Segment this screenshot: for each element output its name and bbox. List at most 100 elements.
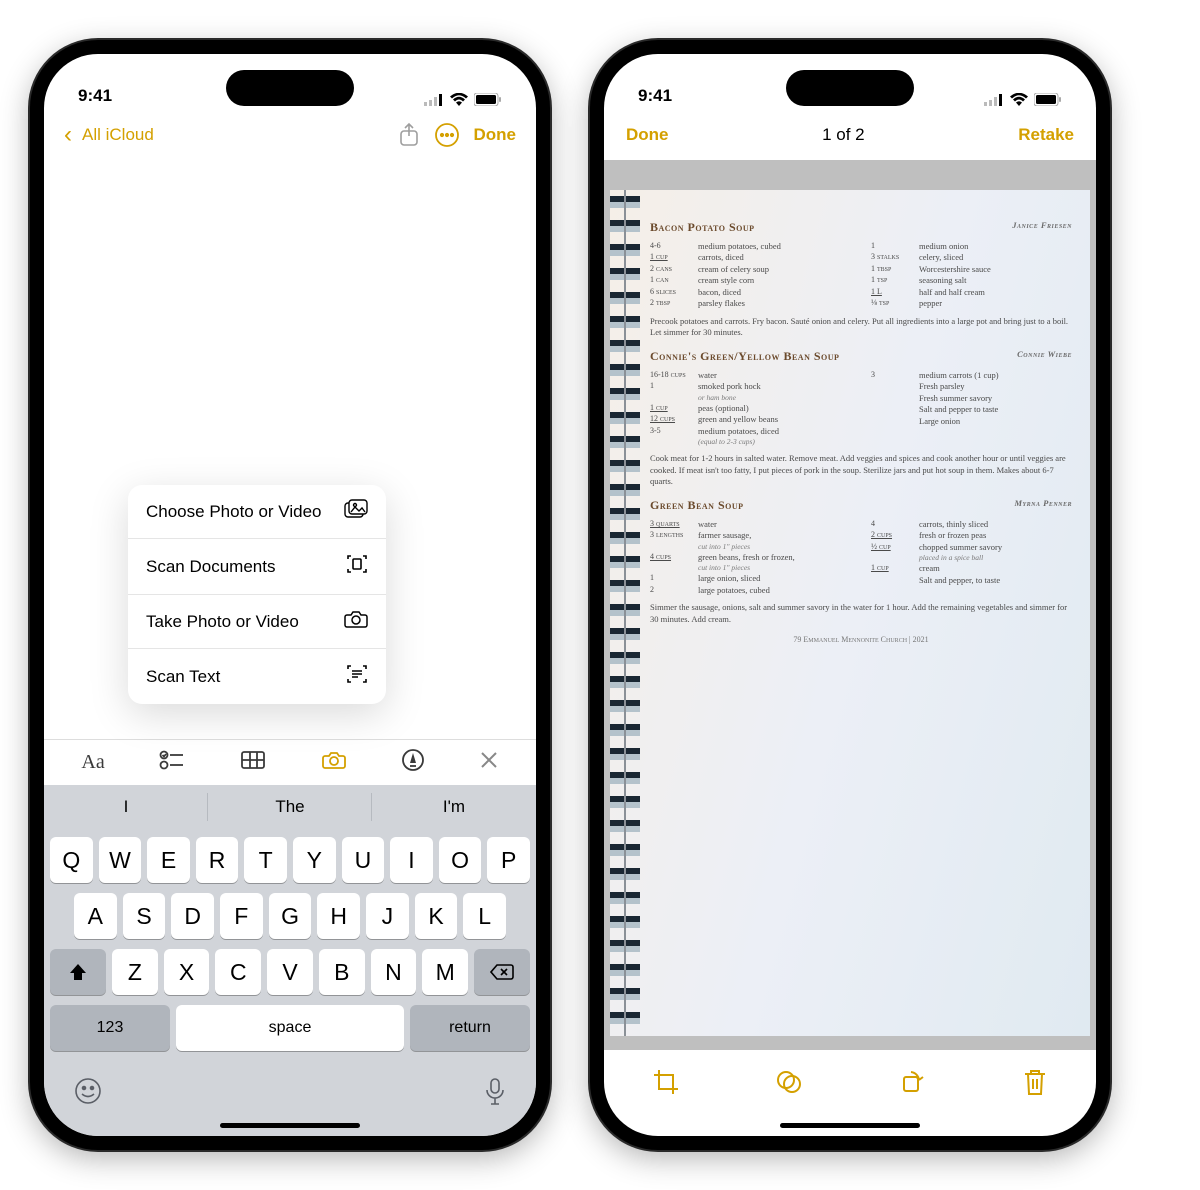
key-q[interactable]: Q: [50, 837, 93, 883]
key-f[interactable]: F: [220, 893, 263, 939]
share-icon[interactable]: [398, 122, 420, 148]
retake-button[interactable]: Retake: [1018, 125, 1074, 145]
done-button[interactable]: Done: [474, 125, 517, 145]
ingredient-line: 3 quartswater: [650, 519, 851, 530]
text-format-icon[interactable]: Aa: [81, 751, 104, 774]
key-e[interactable]: E: [147, 837, 190, 883]
scan-viewport[interactable]: Bacon Potato SoupJanice Friesen 4-6medium…: [604, 160, 1096, 1050]
status-time: 9:41: [78, 86, 112, 106]
key-r[interactable]: R: [196, 837, 239, 883]
key-g[interactable]: G: [269, 893, 312, 939]
ingredient-line: 3-5medium potatoes, diced: [650, 426, 851, 437]
checklist-icon[interactable]: [159, 750, 185, 775]
key-p[interactable]: P: [487, 837, 530, 883]
ingredient-line: 1 Lhalf and half cream: [871, 287, 1072, 298]
key-n[interactable]: N: [371, 949, 417, 995]
key-h[interactable]: H: [317, 893, 360, 939]
dynamic-island: [786, 70, 914, 106]
suggestion-3[interactable]: I'm: [372, 785, 536, 829]
recipe-title: Green Bean SoupMyrna Penner: [650, 498, 1072, 513]
ingredient-line: 4-6medium potatoes, cubed: [650, 241, 851, 252]
rotate-icon[interactable]: [899, 1068, 927, 1101]
recipe-title: Connie's Green/Yellow Bean SoupConnie Wi…: [650, 349, 1072, 364]
ingredient-line: 2 tbspparsley flakes: [650, 298, 851, 309]
ingredient-line: 2large potatoes, cubed: [650, 585, 851, 596]
scan-nav: Done 1 of 2 Retake: [604, 110, 1096, 160]
key-c[interactable]: C: [215, 949, 261, 995]
ingredient-line: ½ cupchopped summer savory: [871, 542, 1072, 553]
ingredient-line: 1 tspseasoning salt: [871, 275, 1072, 286]
key-u[interactable]: U: [342, 837, 385, 883]
ingredient-line: 3medium carrots (1 cup): [871, 370, 1072, 381]
suggestion-2[interactable]: The: [208, 785, 372, 829]
key-l[interactable]: L: [463, 893, 506, 939]
key-m[interactable]: M: [422, 949, 468, 995]
suggestion-1[interactable]: I: [44, 785, 208, 829]
camera-tool-icon[interactable]: [321, 749, 347, 776]
key-z[interactable]: Z: [112, 949, 158, 995]
key-v[interactable]: V: [267, 949, 313, 995]
ingredient-line: 3 stalkscelery, sliced: [871, 252, 1072, 263]
phone-left: 9:41 ‹ All iCloud Done: [30, 40, 550, 1150]
numbers-key[interactable]: 123: [50, 1005, 170, 1051]
key-y[interactable]: Y: [293, 837, 336, 883]
key-s[interactable]: S: [123, 893, 166, 939]
key-o[interactable]: O: [439, 837, 482, 883]
ingredient-line: 1medium onion: [871, 241, 1072, 252]
ellipsis-icon[interactable]: [434, 122, 460, 148]
crop-icon[interactable]: [652, 1068, 680, 1101]
menu-scan-text[interactable]: Scan Text: [128, 649, 386, 704]
status-right: [424, 93, 502, 106]
home-indicator[interactable]: [220, 1123, 360, 1128]
chevron-left-icon: ‹: [64, 121, 72, 149]
home-indicator[interactable]: [780, 1123, 920, 1128]
recipe: Bacon Potato SoupJanice Friesen 4-6medium…: [650, 220, 1072, 339]
battery-icon: [474, 93, 502, 106]
ingredient-line: 16-18 cupswater: [650, 370, 851, 381]
key-a[interactable]: A: [74, 893, 117, 939]
emoji-icon[interactable]: [74, 1077, 102, 1112]
space-key[interactable]: space: [176, 1005, 404, 1051]
menu-scan-documents[interactable]: Scan Documents: [128, 539, 386, 595]
filter-icon[interactable]: [775, 1068, 803, 1101]
page-counter: 1 of 2: [822, 125, 865, 145]
markup-icon[interactable]: [402, 749, 424, 776]
recipe-instructions: Precook potatoes and carrots. Fry bacon.…: [650, 316, 1072, 339]
shift-key[interactable]: [50, 949, 106, 995]
table-icon[interactable]: [240, 750, 266, 775]
scan-doc-icon: [346, 553, 368, 580]
key-grid: QWERTYUIOP ASDFGHJKL ZXCVBNM 123 space r…: [44, 829, 536, 1067]
screen: 9:41 ‹ All iCloud Done: [44, 54, 536, 1136]
phone-right: 9:41 Done 1 of 2 Retake Bacon Potato Sou…: [590, 40, 1110, 1150]
ingredient-line: 1 tbspWorcestershire sauce: [871, 264, 1072, 275]
return-key[interactable]: return: [410, 1005, 530, 1051]
trash-icon[interactable]: [1022, 1067, 1048, 1102]
photos-icon: [344, 499, 368, 524]
page-footer: 79 Emmanuel Mennonite Church | 2021: [650, 635, 1072, 644]
recipe-instructions: Cook meat for 1-2 hours in salted water.…: [650, 453, 1072, 487]
ingredient-line: 1 cupcarrots, diced: [650, 252, 851, 263]
key-j[interactable]: J: [366, 893, 409, 939]
key-w[interactable]: W: [99, 837, 142, 883]
ingredient-line: Fresh parsley: [871, 381, 1072, 392]
backspace-key[interactable]: [474, 949, 530, 995]
recipe: Connie's Green/Yellow Bean SoupConnie Wi…: [650, 349, 1072, 488]
back-button[interactable]: ‹ All iCloud: [64, 121, 154, 149]
key-d[interactable]: D: [171, 893, 214, 939]
status-right: [984, 93, 1062, 106]
key-x[interactable]: X: [164, 949, 210, 995]
dictation-icon[interactable]: [484, 1077, 506, 1112]
done-button[interactable]: Done: [626, 125, 669, 145]
menu-choose-photo[interactable]: Choose Photo or Video: [128, 485, 386, 539]
recipe-title: Bacon Potato SoupJanice Friesen: [650, 220, 1072, 235]
menu-take-photo[interactable]: Take Photo or Video: [128, 595, 386, 649]
ingredient-line: 1 cupcream: [871, 563, 1072, 574]
ingredient-line: 1 cuppeas (optional): [650, 403, 851, 414]
key-b[interactable]: B: [319, 949, 365, 995]
key-i[interactable]: I: [390, 837, 433, 883]
close-keyboard-icon[interactable]: [479, 750, 499, 775]
ingredient-line: 6 slicesbacon, diced: [650, 287, 851, 298]
ingredient-line: 4carrots, thinly sliced: [871, 519, 1072, 530]
key-t[interactable]: T: [244, 837, 287, 883]
key-k[interactable]: K: [415, 893, 458, 939]
